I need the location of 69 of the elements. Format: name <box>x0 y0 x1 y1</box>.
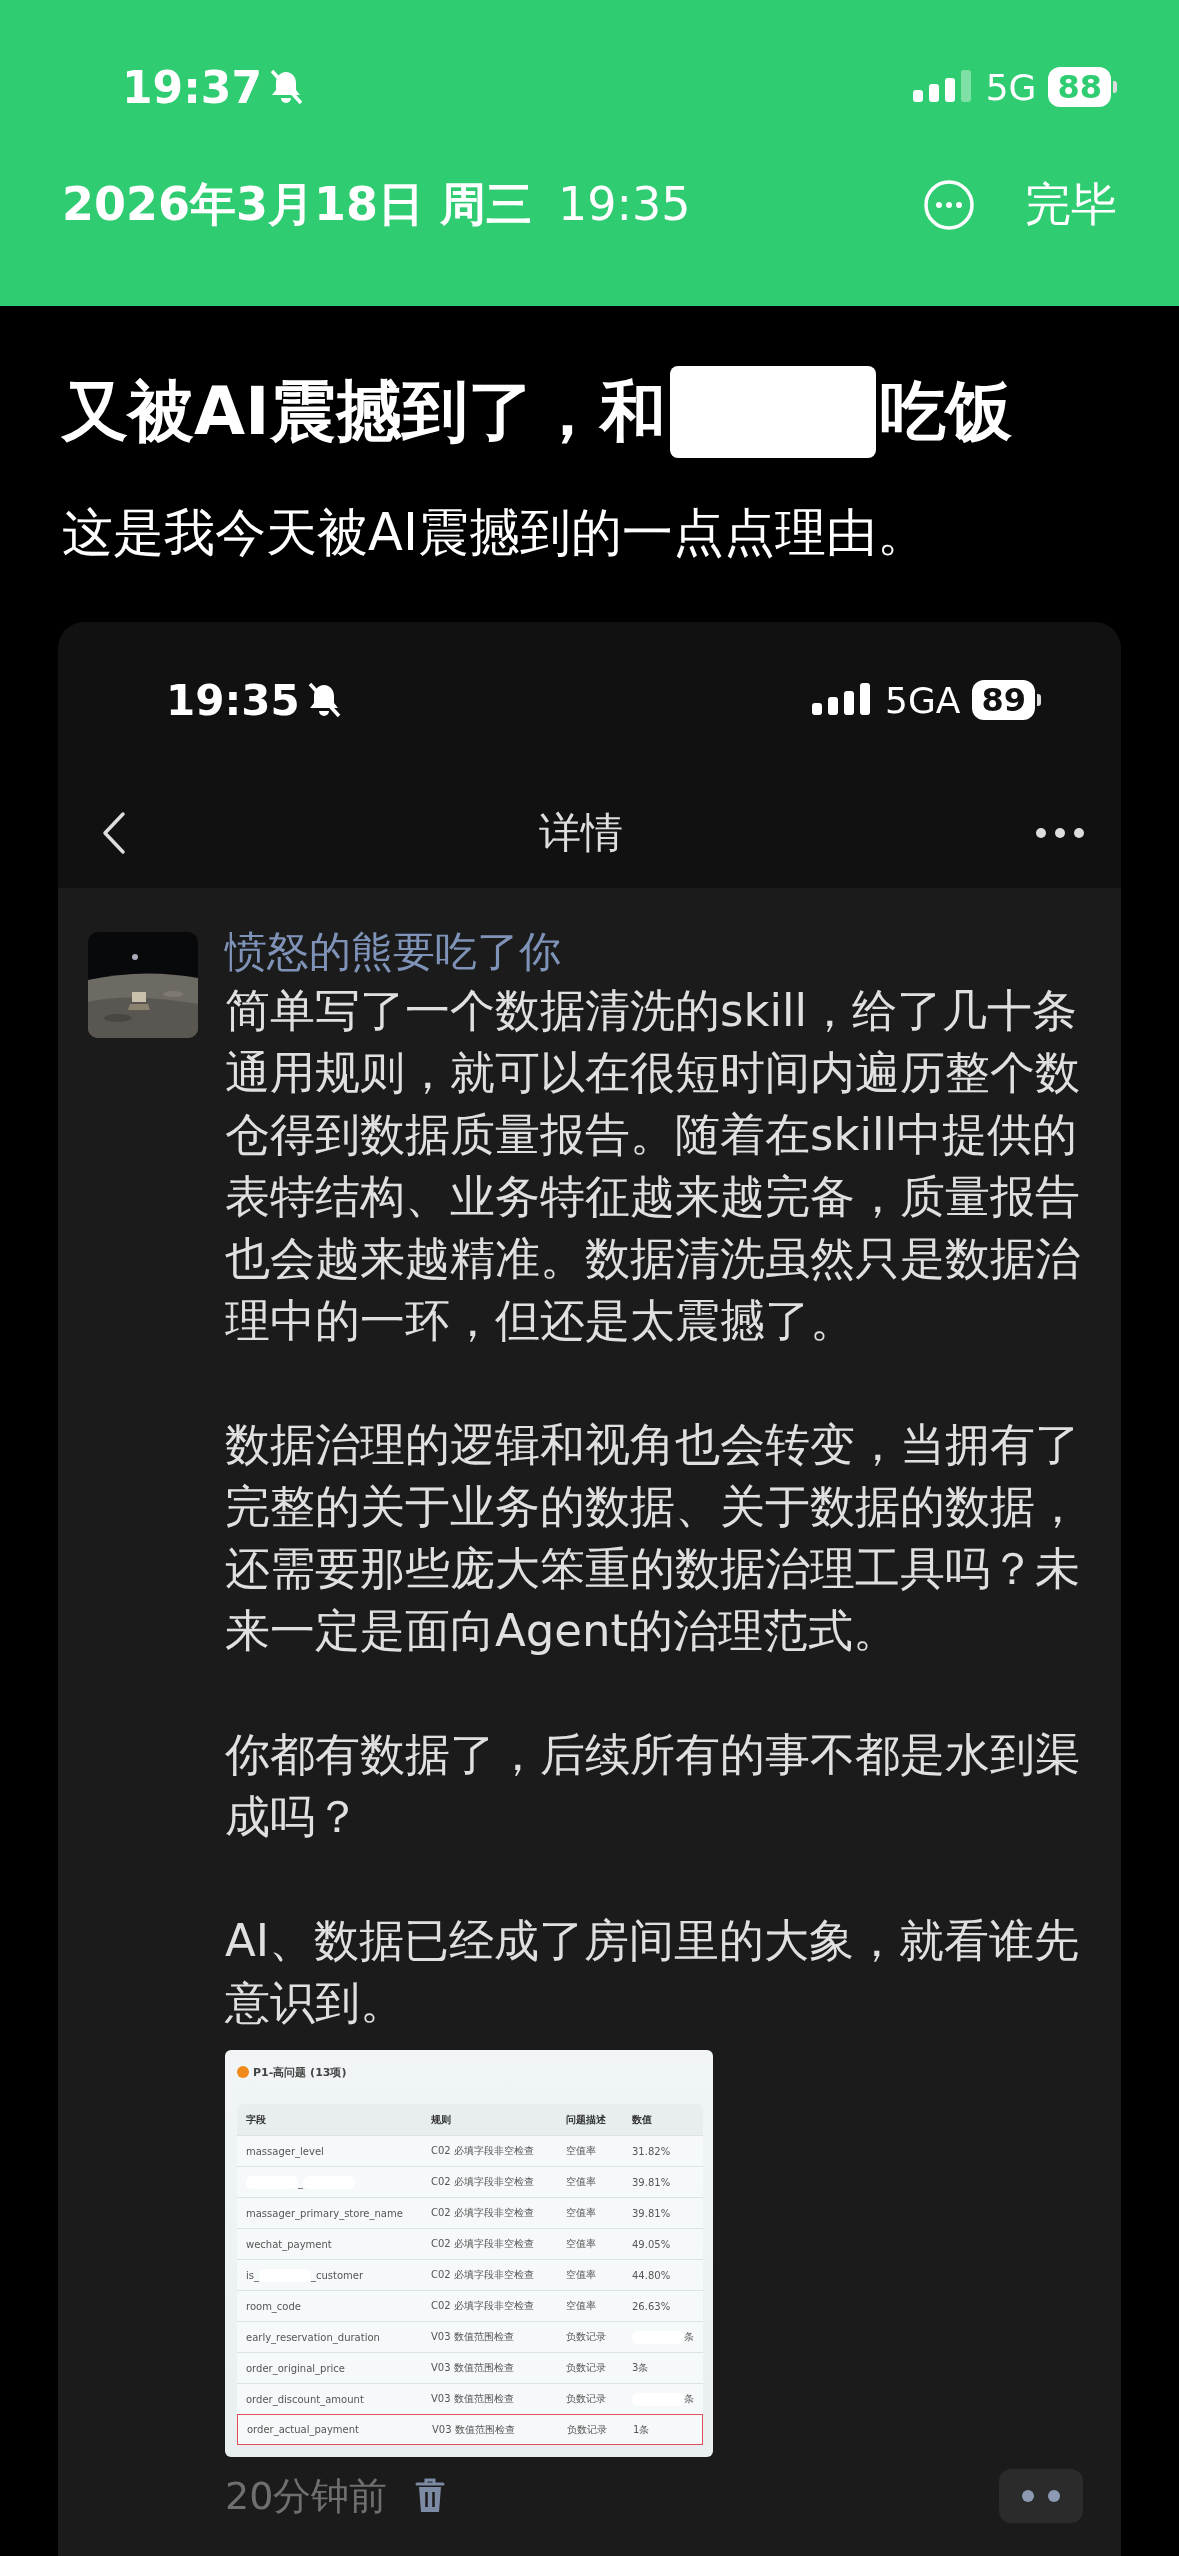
post-time: 20分钟前 <box>225 2472 388 2520</box>
table-cell: order_actual_payment <box>247 2424 359 2435</box>
table-cell: 39.81% <box>632 2207 671 2219</box>
page-title: 详情 <box>538 807 623 859</box>
table-cell: _ <box>298 2176 303 2188</box>
table-cell: 空值率 <box>566 2144 596 2158</box>
table-cell: 条 <box>684 2330 694 2344</box>
network-label: 5GA <box>885 679 961 721</box>
post-paragraph: 数据治理的逻辑和视角也会转变，当拥有了完整的关于业务的数据、关于数据的数据，还需要那些庞大笨重的数据治理工具吗？未来一定是面向Agent的治理范式。 <box>225 1417 1081 1659</box>
table-cell: C02 必填字段非空检查 <box>431 2237 534 2251</box>
back-icon[interactable] <box>102 811 126 855</box>
table-cell: 39.81% <box>632 2176 671 2188</box>
table-cell: V03 数值范围检查 <box>431 2330 514 2344</box>
table-cell: 空值率 <box>566 2268 596 2282</box>
status-time: 19:37 <box>122 61 263 113</box>
table-cell: C02 必填字段非空检查 <box>431 2144 534 2158</box>
trash-icon[interactable] <box>415 2478 446 2514</box>
status-time: 19:35 <box>166 675 300 725</box>
table-cell: wechat_payment <box>246 2238 332 2250</box>
post-paragraph: 你都有数据了，后续所有的事不都是水到渠成吗？ <box>225 1727 1081 1845</box>
dot-icon <box>237 2066 249 2078</box>
table-cell: _customer <box>311 2269 364 2281</box>
column-header: 数值 <box>632 2112 653 2127</box>
author-name[interactable]: 愤怒的熊要吃了你 <box>225 924 561 980</box>
column-header: 规则 <box>431 2112 452 2127</box>
table-cell: 空值率 <box>566 2175 596 2189</box>
table-cell: order_discount_amount <box>246 2393 364 2405</box>
column-header: 字段 <box>246 2112 267 2127</box>
article-title: 吃饭 <box>879 372 1012 452</box>
table-cell: 负数记录 <box>567 2422 607 2437</box>
table-cell: massager_primary_store_name <box>246 2207 403 2219</box>
post-paragraph: 简单写了一个数据清洗的skill，给了几十条通用规则，就可以在很短时间内遍历整个数仓得到数据质量报告。随着在skill中提供的表特结构、业务特征越来越完备，质量报告也会越来越精准。数据清洗虽然只是数据治理中的一环，但还是太震撼了。 <box>225 983 1081 1349</box>
column-header: 问题描述 <box>566 2112 607 2127</box>
table-cell: C02 必填字段非空检查 <box>431 2175 534 2189</box>
note-date: 2026年3月18日 周三 <box>62 176 533 233</box>
table-cell: 31.82% <box>632 2145 671 2157</box>
table-cell: C02 必填字段非空检查 <box>431 2299 534 2313</box>
table-cell: C02 必填字段非空检查 <box>431 2206 534 2220</box>
table-cell: early_reservation_duration <box>246 2331 380 2343</box>
table-cell: V03 数值范围检查 <box>431 2361 514 2375</box>
table-cell: 负数记录 <box>566 2361 606 2375</box>
table-cell: room_code <box>246 2300 301 2312</box>
network-label: 5G <box>985 66 1037 108</box>
article-title: 又被AI震撼到了，和 <box>62 372 666 452</box>
table-cell: C02 必填字段非空检查 <box>431 2268 534 2282</box>
signal-icon <box>911 70 974 104</box>
table-cell: 空值率 <box>566 2206 596 2220</box>
table-cell: 负数记录 <box>566 2330 606 2344</box>
table-cell: 空值率 <box>566 2299 596 2313</box>
post-paragraph: AI、数据已经成了房间里的大象，就看谁先意识到。 <box>225 1913 1081 2031</box>
table-cell: 26.63% <box>632 2300 671 2312</box>
table-cell: is_ <box>246 2269 259 2281</box>
more-icon[interactable] <box>1035 827 1085 839</box>
table-cell: 49.05% <box>632 2238 671 2250</box>
table-cell: 负数记录 <box>566 2392 606 2406</box>
table-cell: 条 <box>684 2392 694 2406</box>
table-cell: V03 数值范围检查 <box>432 2422 515 2437</box>
table-cell: 3条 <box>632 2361 649 2375</box>
table-cell: massager_level <box>246 2145 324 2157</box>
report-title: P1-高问题 (13项) <box>253 2064 347 2080</box>
dots-icon <box>1021 2490 1061 2502</box>
table-cell: 空值率 <box>566 2237 596 2251</box>
table-cell: order_original_price <box>246 2362 345 2374</box>
note-time: 19:35 <box>558 177 691 231</box>
table-cell: 1条 <box>633 2422 650 2437</box>
table-cell: V03 数值范围检查 <box>431 2392 514 2406</box>
table-cell: 44.80% <box>632 2269 671 2281</box>
more-button[interactable] <box>999 2469 1083 2523</box>
article-subtitle: 这是我今天被AI震撼到的一点点理由。 <box>62 502 929 564</box>
